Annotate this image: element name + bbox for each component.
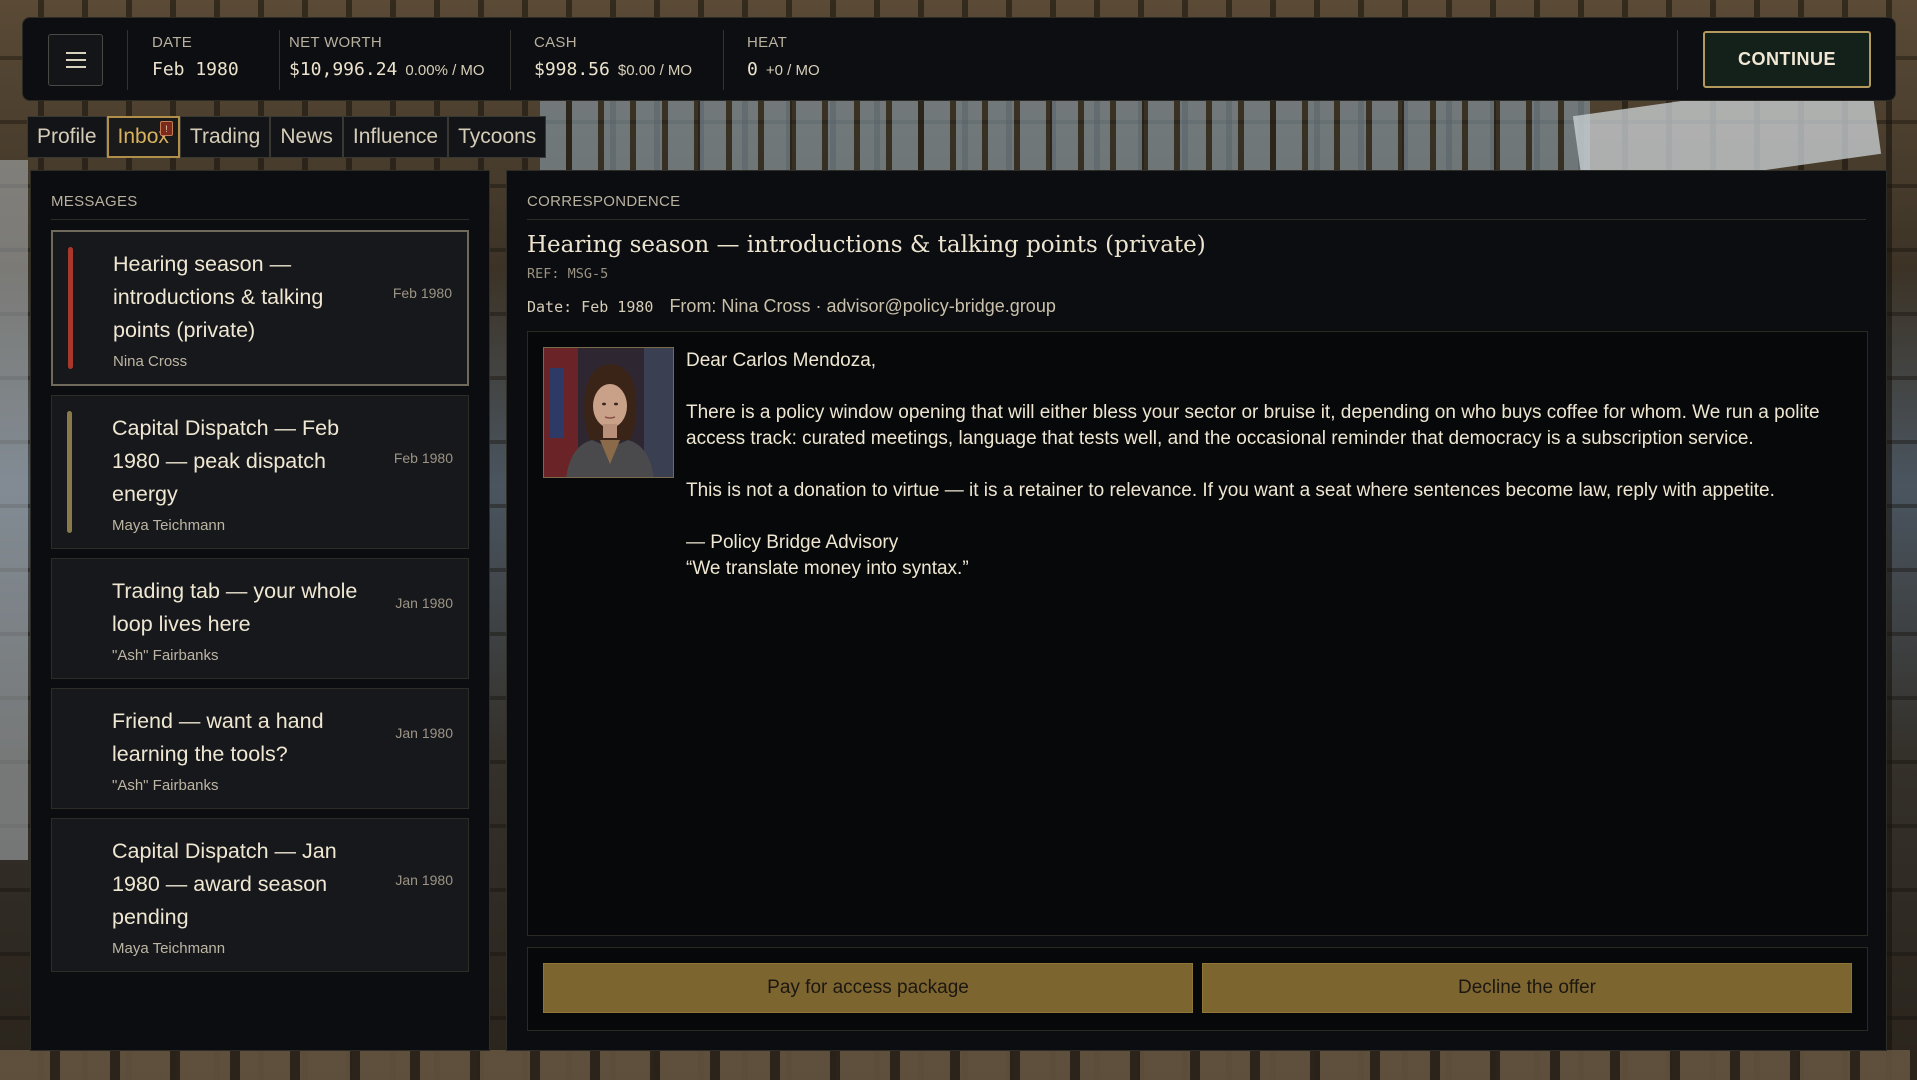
letter-paragraph: There is a policy window opening that wi…: [686, 402, 1820, 449]
message-ref: REF: MSG-5: [527, 266, 609, 282]
stat-heat: HEAT 0 +0 / MO: [747, 34, 820, 80]
stat-date-label: DATE: [152, 34, 193, 51]
menu-button[interactable]: [48, 34, 103, 86]
stat-date: DATE Feb 1980: [152, 34, 239, 80]
message-item[interactable]: Capital Dispatch — Feb 1980 — peak dispa…: [51, 395, 469, 549]
message-title: Capital Dispatch — Jan 1980 — award seas…: [112, 839, 337, 929]
message-sender: Maya Teichmann: [112, 940, 226, 957]
divider: [723, 30, 724, 90]
message-sender: Nina Cross: [113, 353, 188, 370]
decline-offer-button[interactable]: Decline the offer: [1202, 963, 1852, 1013]
message-title: Hearing season — introductions & talking…: [113, 252, 324, 342]
message-date: Jan 1980: [395, 725, 453, 741]
message-sender: "Ash" Fairbanks: [112, 777, 219, 794]
unread-badge: !: [159, 121, 173, 136]
messages-heading: MESSAGES: [51, 171, 469, 220]
background-windows: [540, 100, 1590, 170]
correspondence-panel: CORRESPONDENCE Hearing season — introduc…: [506, 170, 1887, 1051]
divider: [1677, 30, 1678, 90]
message-meta: Date: Feb 1980 From: Nina Cross · adviso…: [527, 296, 1866, 317]
continue-button[interactable]: CONTINUE: [1703, 31, 1871, 88]
message-meta-from: From: Nina Cross · advisor@policy-bridge…: [669, 296, 1056, 316]
stat-cash-label: CASH: [534, 34, 577, 51]
tab-trading[interactable]: Trading: [179, 116, 271, 158]
sender-portrait: [543, 347, 674, 478]
messages-panel: MESSAGES Hearing season — introductions …: [30, 170, 490, 1051]
message-item[interactable]: Friend — want a hand learning the tools?…: [51, 688, 469, 809]
stat-heat-rate: +0 / MO: [765, 62, 820, 79]
tab-inbox[interactable]: Inbox !: [106, 116, 180, 158]
response-actions: Pay for access package Decline the offer: [527, 947, 1868, 1031]
message-title: Capital Dispatch — Feb 1980 — peak dispa…: [112, 416, 340, 506]
tab-profile[interactable]: Profile: [27, 116, 107, 158]
stat-cash-rate: $0.00 / MO: [617, 62, 693, 79]
message-date: Jan 1980: [395, 595, 453, 611]
pay-access-button[interactable]: Pay for access package: [543, 963, 1193, 1013]
stat-net-worth: NET WORTH $10,996.24 0.00% / MO: [289, 34, 485, 80]
tab-tycoons[interactable]: Tycoons: [448, 116, 547, 158]
message-date: Feb 1980: [393, 450, 453, 466]
message-meta-date: Date: Feb 1980: [527, 298, 654, 316]
stat-date-value: Feb 1980: [152, 59, 239, 80]
message-sender: "Ash" Fairbanks: [112, 647, 219, 664]
letter-signature: — Policy Bridge Advisory: [686, 532, 899, 553]
stat-heat-label: HEAT: [747, 34, 788, 51]
stat-net-worth-label: NET WORTH: [289, 34, 382, 51]
message-item[interactable]: Trading tab — your whole loop lives here…: [51, 558, 469, 679]
letter-text: Dear Carlos Mendoza, There is a policy w…: [686, 348, 1846, 582]
tab-influence[interactable]: Influence: [342, 116, 449, 158]
letter-paragraph: This is not a donation to virtue — it is…: [686, 480, 1775, 501]
priority-stripe: [68, 247, 73, 369]
message-title: Friend — want a hand learning the tools?: [112, 709, 324, 766]
tab-news[interactable]: News: [270, 116, 343, 158]
message-item[interactable]: Hearing season — introductions & talking…: [51, 230, 469, 386]
background-newspaper-left: [0, 160, 28, 860]
divider: [510, 30, 511, 90]
message-sender: Maya Teichmann: [112, 517, 226, 534]
divider: [127, 30, 128, 90]
message-date: Jan 1980: [395, 872, 453, 888]
portrait-image: [544, 348, 673, 477]
stat-cash-value: $998.56: [534, 59, 610, 80]
background-floor: [0, 1050, 1917, 1080]
letter-tagline: “We translate money into syntax.”: [686, 558, 969, 579]
message-title: Trading tab — your whole loop lives here: [112, 579, 358, 636]
stat-heat-value: 0: [747, 59, 758, 80]
message-list: Hearing season — introductions & talking…: [31, 220, 489, 972]
stat-net-worth-rate: 0.00% / MO: [405, 62, 485, 79]
message-item[interactable]: Capital Dispatch — Jan 1980 — award seas…: [51, 818, 469, 972]
top-status-bar: DATE Feb 1980 NET WORTH $10,996.24 0.00%…: [22, 17, 1896, 101]
main-tabs: Profile Inbox ! Trading News Influence T…: [27, 116, 547, 158]
message-subject: Hearing season — introductions & talking…: [527, 232, 1206, 258]
message-date: Feb 1980: [392, 285, 452, 301]
correspondence-heading: CORRESPONDENCE: [527, 171, 1866, 220]
priority-stripe: [67, 411, 72, 533]
letter-body-box: Dear Carlos Mendoza, There is a policy w…: [527, 331, 1868, 936]
hamburger-menu-icon: [65, 52, 86, 68]
letter-salutation: Dear Carlos Mendoza,: [686, 350, 877, 371]
stat-cash: CASH $998.56 $0.00 / MO: [534, 34, 692, 80]
stat-net-worth-value: $10,996.24: [289, 59, 398, 80]
divider: [279, 30, 280, 90]
